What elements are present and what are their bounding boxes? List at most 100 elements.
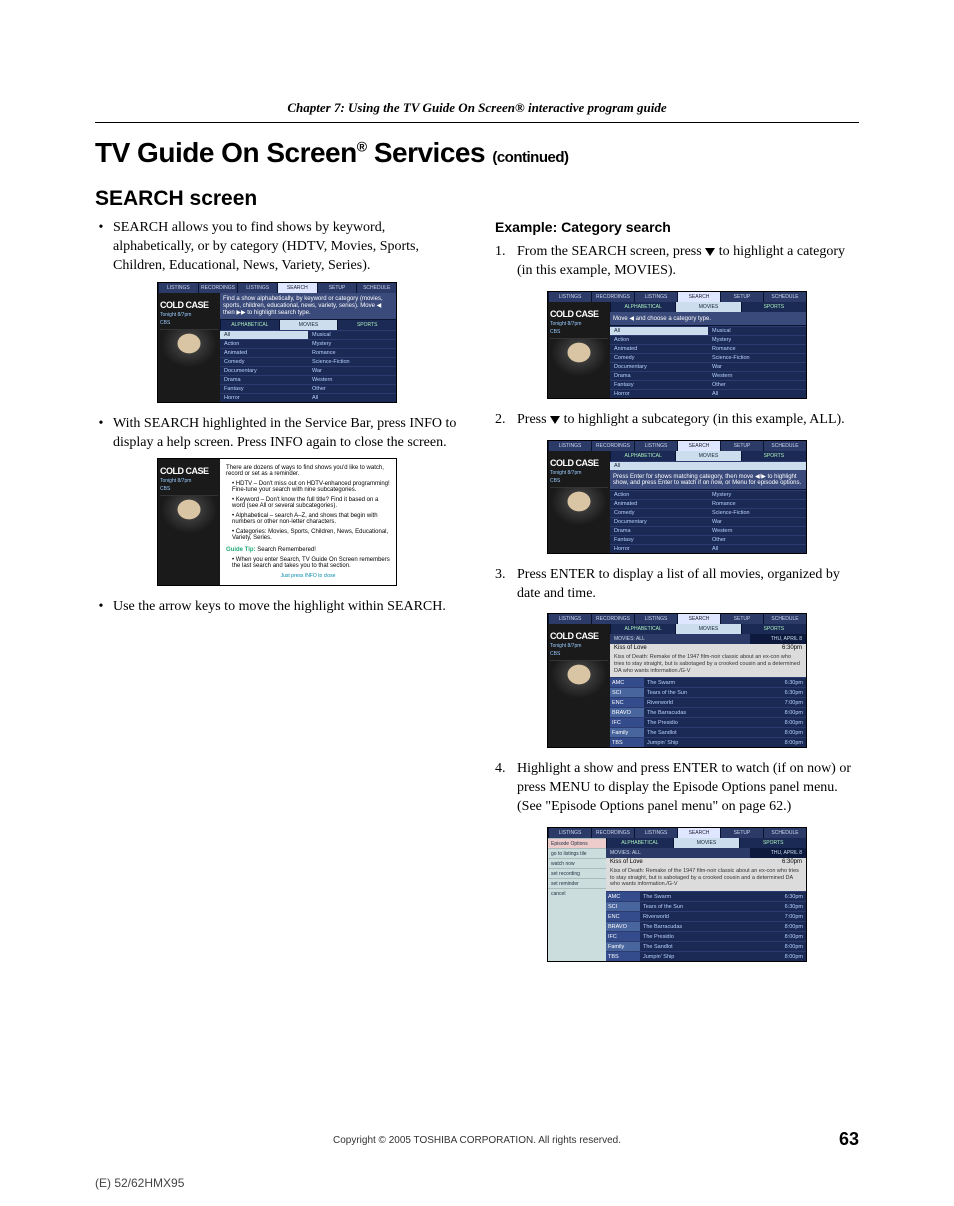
- model-number: (E) 52/62HMX95: [95, 1176, 184, 1190]
- promo-network: CBS: [550, 478, 608, 484]
- list-title: The Barracudas: [644, 708, 774, 717]
- grid-cell: Western: [308, 375, 396, 384]
- grid-cell: Comedy: [610, 353, 708, 362]
- list-time: 7:00pm: [774, 912, 806, 921]
- step-number: 3.: [495, 566, 511, 604]
- list-item: BRAVOThe Barracudas8:00pm: [610, 707, 806, 717]
- list-title: Tears of the Sun: [644, 688, 774, 697]
- grid-cell: Musical: [308, 330, 396, 339]
- promo-network: CBS: [160, 320, 218, 326]
- grid-cell: Drama: [610, 526, 708, 535]
- tab-schedule: SCHEDULE: [763, 292, 806, 302]
- grid-cell: War: [708, 362, 806, 371]
- grid-cell: Musical: [708, 326, 806, 335]
- list-time: 8:00pm: [774, 922, 806, 931]
- grid-cell: Mystery: [308, 339, 396, 348]
- feature-title: Kiss of Love: [614, 645, 647, 651]
- promo-title: COLD CASE: [550, 632, 608, 641]
- step-text: Press to highlight a subcategory (in thi…: [517, 411, 845, 430]
- episode-options-menu: Episode Options go to listings tile watc…: [548, 838, 606, 961]
- list-ch: Family: [606, 942, 640, 951]
- cat-alpha: ALPHABETICAL: [220, 320, 279, 330]
- step-1: 1. From the SEARCH screen, press to high…: [495, 243, 859, 281]
- tab-listings: LISTINGS: [548, 292, 591, 302]
- step-number: 1.: [495, 243, 511, 281]
- info-point: • HDTV – Don't miss out on HDTV-enhanced…: [232, 481, 390, 493]
- grid-cell: Horror: [610, 544, 708, 553]
- tab-listings: LISTINGS: [548, 828, 591, 838]
- registered-mark: ®: [357, 139, 367, 155]
- grid-cell: Documentary: [220, 366, 308, 375]
- info-point: • Keyword – Don't know the full title? F…: [232, 497, 390, 509]
- tab-listings2: LISTINGS: [634, 292, 677, 302]
- tv-screenshot-episode-options: LISTINGS RECORDINGS LISTINGS SEARCH SETU…: [547, 827, 807, 962]
- cat-movies: MOVIES: [675, 624, 740, 634]
- tab-listings2: LISTINGS: [634, 828, 677, 838]
- grid-cell: Romance: [708, 344, 806, 353]
- promo-sub: Tonight 8/7pm: [550, 643, 608, 649]
- grid-cell: All: [610, 326, 708, 335]
- tab-recordings: RECORDINGS: [591, 292, 634, 302]
- tv-hint-text: Find a show alphabetically, by keyword o…: [220, 293, 396, 320]
- promo-title: COLD CASE: [160, 301, 218, 310]
- tab-recordings: RECORDINGS: [591, 828, 634, 838]
- bullet-item: • SEARCH allows you to find shows by key…: [95, 219, 459, 276]
- promo-title: COLD CASE: [550, 310, 608, 319]
- tv-screenshot-subcategory: LISTINGS RECORDINGS LISTINGS SEARCH SETU…: [547, 440, 807, 554]
- list-title: Jumpin' Ship: [640, 952, 774, 961]
- tv-service-bar: LISTINGS RECORDINGS LISTINGS SEARCH SETU…: [548, 614, 806, 624]
- list-time: 6:30pm: [774, 678, 806, 687]
- tv-category-grid: All Action Animated Comedy Documentary D…: [220, 330, 396, 402]
- grid-cell: Horror: [220, 393, 308, 402]
- grid-cell: Drama: [220, 375, 308, 384]
- tv-screenshot-search-main: LISTINGS RECORDINGS LISTINGS SEARCH SETU…: [157, 282, 397, 403]
- tab-recordings: RECORDINGS: [591, 614, 634, 624]
- grid-cell: Western: [708, 371, 806, 380]
- results-header-left: MOVIES: ALL: [606, 848, 750, 858]
- grid-cell: War: [308, 366, 396, 375]
- tab-setup: SETUP: [720, 292, 763, 302]
- option-item: cancel: [548, 888, 606, 898]
- cat-sports: SPORTS: [739, 838, 806, 848]
- grid-cell: Romance: [308, 348, 396, 357]
- grid-cell: Drama: [610, 371, 708, 380]
- list-item: FamilyThe Sandlot8:00pm: [606, 941, 806, 951]
- promo-sub: Tonight 8/7pm: [550, 470, 608, 476]
- list-item: ENCRiverworld7:00pm: [606, 911, 806, 921]
- section-title: TV Guide On Screen® Services (continued): [95, 137, 859, 169]
- tab-listings: LISTINGS: [158, 283, 198, 293]
- promo-image: [550, 338, 608, 384]
- subsection-title: SEARCH screen: [95, 187, 859, 211]
- grid-cell: Other: [308, 384, 396, 393]
- list-item: TBSJumpin' Ship8:00pm: [606, 951, 806, 961]
- grid-cell: Mystery: [708, 490, 806, 499]
- list-time: 6:30pm: [774, 902, 806, 911]
- cat-movies: MOVIES: [675, 451, 740, 461]
- option-item: set recording: [548, 868, 606, 878]
- tab-listings2: LISTINGS: [634, 441, 677, 451]
- tab-listings: LISTINGS: [548, 441, 591, 451]
- promo-sub: Tonight 8/7pm: [550, 321, 608, 327]
- list-time: 8:00pm: [774, 738, 806, 747]
- results-header-left: MOVIES: ALL: [610, 634, 750, 644]
- grid-cell: Romance: [708, 499, 806, 508]
- promo-image: [160, 495, 218, 541]
- copyright-text: Copyright © 2005 TOSHIBA CORPORATION. Al…: [95, 1135, 859, 1146]
- step-text: Highlight a show and press ENTER to watc…: [517, 760, 859, 817]
- cat-sports: SPORTS: [741, 624, 806, 634]
- tv-category-grid: Action Animated Comedy Documentary Drama…: [610, 490, 806, 553]
- section-title-continued: (continued): [492, 149, 568, 166]
- list-ch: SCI: [606, 902, 640, 911]
- list-time: 6:30pm: [774, 688, 806, 697]
- step-text-a: Press: [517, 412, 550, 427]
- step-2: 2. Press to highlight a subcategory (in …: [495, 411, 859, 430]
- feature-time: 6:30pm: [782, 645, 802, 651]
- tab-search: SEARCH: [677, 614, 720, 624]
- step-number: 4.: [495, 760, 511, 817]
- list-item: SCITears of the Sun6:30pm: [610, 687, 806, 697]
- promo-image: [550, 487, 608, 533]
- list-title: The Swarm: [640, 892, 774, 901]
- grid-cell: Animated: [220, 348, 308, 357]
- info-intro: There are dozens of ways to find shows y…: [226, 465, 390, 477]
- info-point-text: Alphabetical – search A–Z, and shows tha…: [232, 513, 378, 525]
